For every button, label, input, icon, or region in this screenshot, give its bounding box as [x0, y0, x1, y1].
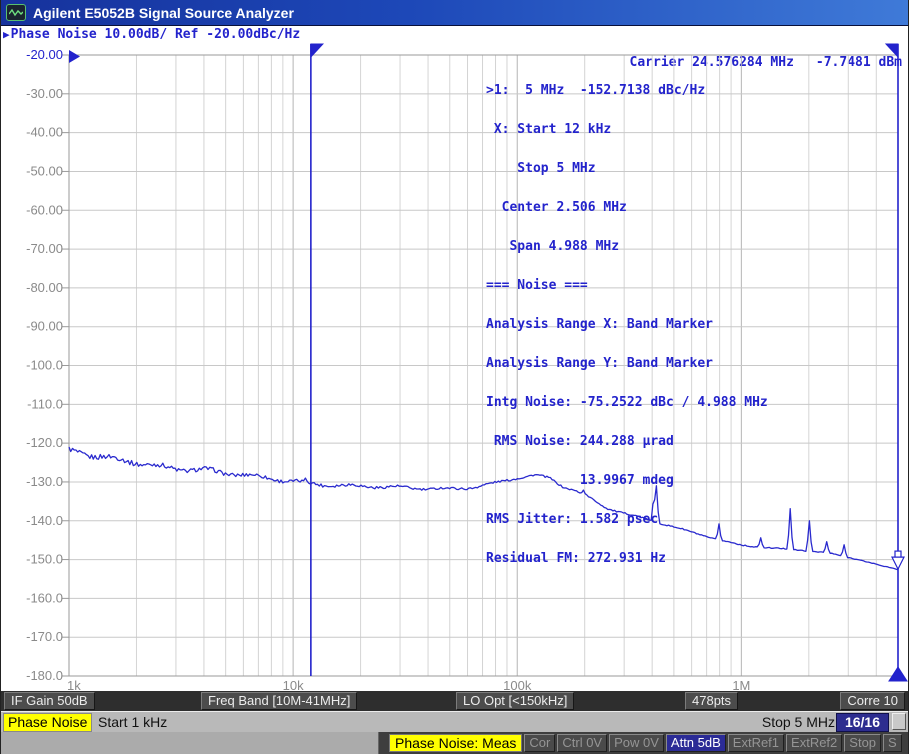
- status-indicator: Attn 5dB: [666, 734, 726, 752]
- y-tick-label: -40.00: [26, 125, 63, 140]
- y-tick-label: -140.0: [26, 513, 63, 528]
- instrument-state-bar: Phase Noise: Meas CorCtrl 0VPow 0VAttn 5…: [1, 732, 908, 754]
- y-tick-label: -130.0: [26, 474, 63, 489]
- phase-noise-plot[interactable]: -20.00 -30.00 -40.00 -50.00 -60.00 -70.00 -80.…: [1, 0, 909, 754]
- y-tick-label: -90.00: [26, 319, 63, 334]
- sweep-status-bar: Phase Noise Start 1 kHz Stop 5 MHz 16/16: [1, 711, 908, 732]
- state-indicator-group: Phase Noise: Meas CorCtrl 0VPow 0VAttn 5…: [379, 732, 908, 754]
- correlation-status: Corre 10: [840, 692, 905, 710]
- status-indicator: ExtRef1: [728, 734, 784, 752]
- freq-band-status: Freq Band [10M-41MHz]: [201, 692, 357, 710]
- y-tick-label: -150.0: [26, 552, 63, 567]
- sweep-stop-label: Stop 5 MHz: [762, 714, 835, 730]
- y-tick-label: -120.0: [26, 435, 63, 450]
- status-indicator: ExtRef2: [786, 734, 842, 752]
- status-bar-end-cap[interactable]: [892, 713, 906, 730]
- y-tick-label: -160.0: [26, 590, 63, 605]
- y-tick-label: -50.00: [26, 163, 63, 178]
- y-tick-label: -20.00: [26, 47, 63, 62]
- axis-labels: -20.00 -30.00 -40.00 -50.00 -60.00 -70.00 -80.…: [26, 47, 750, 693]
- y-tick-label: -30.00: [26, 86, 63, 101]
- y-tick-label: -80.00: [26, 280, 63, 295]
- average-count-badge: 16/16: [836, 713, 889, 732]
- y-tick-label: -170.0: [26, 629, 63, 644]
- y-tick-label: -180.0: [26, 668, 63, 683]
- status-indicator: Ctrl 0V: [557, 734, 607, 752]
- status-indicator: S: [883, 734, 902, 752]
- lo-opt-status: LO Opt [<150kHz]: [456, 692, 574, 710]
- y-tick-label: -100.0: [26, 358, 63, 373]
- measurement-mode-badge[interactable]: Phase Noise: [3, 713, 92, 732]
- y-tick-label: -60.00: [26, 202, 63, 217]
- ref-level-arrow-icon[interactable]: [69, 50, 80, 63]
- status-indicator: Stop: [844, 734, 881, 752]
- status-indicator: Pow 0V: [609, 734, 664, 752]
- status-indicator: Cor: [524, 734, 555, 752]
- message-area: [1, 732, 379, 754]
- active-measurement-badge: Phase Noise: Meas: [389, 734, 522, 752]
- marker-1-icon[interactable]: [892, 551, 904, 569]
- y-tick-label: -110.0: [27, 396, 63, 411]
- hardware-status-bar: IF Gain 50dB Freq Band [10M-41MHz] LO Op…: [1, 691, 908, 711]
- instrument-screen: { "window": { "title": "Agilent E5052B S…: [0, 0, 909, 754]
- points-status: 478pts: [685, 692, 738, 710]
- sweep-start-label: Start 1 kHz: [98, 714, 167, 730]
- if-gain-status: IF Gain 50dB: [4, 692, 95, 710]
- plot-grid: [69, 55, 898, 676]
- phase-noise-trace: [69, 447, 898, 570]
- band-stop-triangle-icon: [889, 667, 907, 681]
- y-tick-label: -70.00: [26, 241, 63, 256]
